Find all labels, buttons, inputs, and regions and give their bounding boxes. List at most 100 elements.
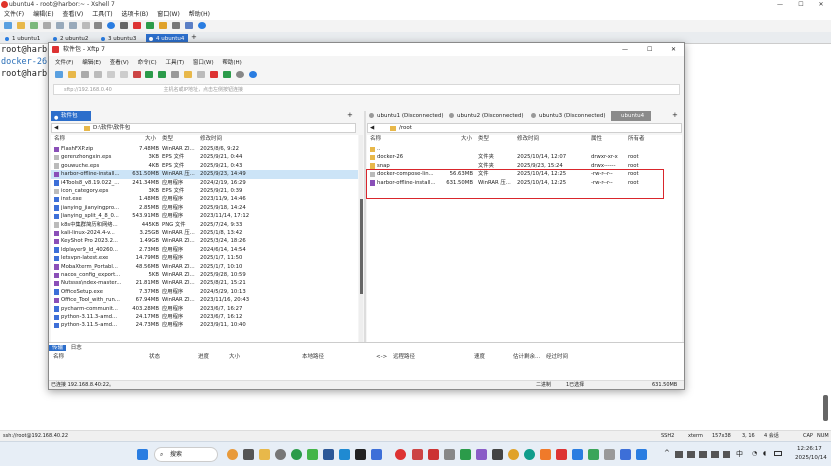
globe-icon[interactable] [107,22,116,29]
menu-file[interactable]: 文件(F) [4,11,24,18]
app-orange-icon[interactable] [540,449,551,460]
menu-help[interactable]: 帮助(H) [189,11,210,18]
xftp-taskbar-icon[interactable] [428,449,439,460]
app-vm-icon[interactable] [636,449,647,460]
remote-scrollbar[interactable] [360,199,363,294]
file-row[interactable]: i4Tools8_v8.19.022_... 241.34MB 应用程序 2024/2… [51,179,358,187]
stop-icon[interactable] [197,71,206,78]
volume-icon[interactable]: ◖ [763,450,766,457]
chrome-icon[interactable] [291,449,302,460]
tcol-status[interactable]: 状态 [149,353,160,361]
tab-log[interactable]: 日志 [68,345,85,351]
file-row[interactable]: inst.exe 1.48MB 应用程序 2023/11/9, 14:46 [51,195,358,203]
file-row[interactable]: gouwuche.eps 4KB EPS 文件 2025/9/21, 0:43 [51,162,358,170]
forward-icon[interactable] [119,71,128,78]
settings-icon[interactable] [235,71,244,78]
tab-ubuntu2-disconnected[interactable]: ubuntu2 (Disconnected) [447,111,527,121]
browser-red-icon[interactable] [395,449,406,460]
back-arrow-icon[interactable]: ◀ [54,124,58,133]
connect-icon[interactable] [29,22,38,29]
new-session-icon[interactable] [55,71,63,78]
pane-splitter[interactable] [364,111,366,342]
tab-ubuntu1-disconnected[interactable]: ubuntu1 (Disconnected) [367,111,445,121]
col-type[interactable]: 类型 [478,135,489,143]
file-row[interactable]: MobaXterm_Portabl... 48.56MB WinRAR ZI... 2… [51,263,358,271]
xftp-icon[interactable] [133,22,142,29]
open-icon[interactable] [67,71,76,78]
app-purple-icon[interactable] [476,449,487,460]
keyboard-icon[interactable] [171,22,180,29]
back-arrow-icon[interactable]: ◀ [370,124,374,133]
file-row[interactable]: KeyShot Pro 2023.2... 1.49GB WinRAR ZI... 2… [51,237,358,245]
new-folder-icon[interactable] [184,71,193,78]
edge-icon[interactable] [524,449,535,460]
menu-tools[interactable]: 工具(T) [92,11,112,18]
col-type[interactable]: 类型 [162,135,173,143]
tcol-elapsed[interactable]: 经过时间 [546,353,568,361]
tab-ubuntu1[interactable]: 1 ubuntu1 [2,34,48,44]
settings-icon[interactable] [275,449,286,460]
vscode-icon[interactable] [339,449,350,460]
xftp-menu-window[interactable]: 窗口(W) [193,60,214,66]
col-name[interactable]: 名称 [370,135,381,143]
xftp-maximize-button[interactable]: ☐ [647,43,652,56]
properties-icon[interactable] [171,71,180,78]
tcol-progress[interactable]: 进度 [198,353,209,361]
app-pet-icon[interactable] [227,449,238,460]
file-row[interactable]: icon_category.eps 3KB EPS 文件 2025/9/21, 0:3… [51,187,358,195]
transfer-icon[interactable] [132,71,141,78]
copy-icon[interactable] [55,22,64,29]
refresh-icon[interactable] [93,71,102,78]
xftp-menu-edit[interactable]: 编辑(E) [82,60,101,66]
file-row[interactable]: k8s中集群简历和网络... 445KB PNG 文件 2025/7/24, 9:33 [51,221,358,229]
remote-file-list[interactable]: 名称 大小 类型 修改时间 属性 所有者 .. docker-26 文件夹 2025/… [367,135,682,342]
tab-ubuntu4[interactable]: ubuntu4 [611,111,651,121]
wechat-icon[interactable] [307,449,318,460]
lock-icon[interactable] [159,22,168,29]
file-row[interactable]: python-3.11.3-amd... 24.17MB 应用程序 2023/6/7,… [51,313,358,321]
file-row[interactable]: Jianying_split_4_8_0... 543.91MB 应用程序 2023/… [51,212,358,220]
xftp-menu-command[interactable]: 命令(C) [138,60,157,66]
col-size[interactable]: 大小 [145,135,156,143]
file-row[interactable]: Nutssss\ndex-master... 21.81MB WinRAR ZI..… [51,279,358,287]
app-green-icon[interactable] [460,449,471,460]
disconnect-icon[interactable] [42,22,51,29]
windows-start-icon[interactable] [137,449,148,460]
file-row[interactable]: .. [367,145,682,153]
file-row[interactable]: pycharm-communit... 403.28MB 应用程序 2023/6/7,… [51,305,358,313]
address-bar[interactable]: sftp://192.168.0.40 主机名或IP地址，点击左侧按钮连接 [53,84,680,95]
file-row[interactable]: nacos_config_export... 5KB WinRAR ZI... 202… [51,271,358,279]
menu-tab[interactable]: 选项卡(B) [121,11,148,18]
file-row[interactable]: jianying_jianyingpro... 2.85MB 应用程序 2025/9/… [51,204,358,212]
col-date[interactable]: 修改时间 [517,135,539,143]
app-red2-icon[interactable] [556,449,567,460]
xshell-logo-icon[interactable] [222,71,231,78]
layout-icon[interactable] [184,22,193,29]
xftp-menu-file[interactable]: 文件(F) [55,60,73,66]
new-session-icon[interactable] [4,22,12,29]
vmware-icon[interactable] [444,449,455,460]
terminal-scrollbar[interactable] [823,395,828,421]
app-blue3-icon[interactable] [620,449,631,460]
app-green2-icon[interactable] [588,449,599,460]
clock-time[interactable]: 12:26:17 [797,446,822,452]
local-tab[interactable]: ● 软件包 [51,111,91,121]
col-owner[interactable]: 所有者 [628,135,645,143]
file-row[interactable]: OfficeSetup.exe 7.37MB 应用程序 2024/5/29, 10:1… [51,288,358,296]
tab-transfer[interactable]: 传输 [49,345,67,351]
print-icon[interactable] [94,22,103,29]
file-row[interactable]: python-3.11.5-amd... 24.73MB 应用程序 2023/9/11… [51,321,358,329]
close-button[interactable]: ✕ [815,0,827,9]
input-language[interactable]: 中 [736,449,743,459]
file-row[interactable]: Office_Tool_with_run... 67.94MB WinRAR ZI.… [51,296,358,304]
font-icon[interactable] [120,22,129,29]
file-row[interactable]: gerenzhongxin.eps 3KB EPS 文件 2025/9/21, 0:4… [51,153,358,161]
xftp-menu-help[interactable]: 帮助(H) [222,60,241,66]
file-row[interactable]: ldplayer9_ld_40260... 2.73MB 应用程序 2024/6/14… [51,246,358,254]
xshell-icon[interactable] [146,22,155,29]
tab-ubuntu3-disconnected[interactable]: ubuntu3 (Disconnected) [529,111,609,121]
xftp-logo-icon[interactable] [210,71,219,78]
tcol-remote[interactable]: 远程路径 [393,353,415,361]
local-file-list[interactable]: 名称 大小 类型 修改时间 FlashFXP.zip 7.48MB WinRAR Z… [51,135,358,342]
col-size[interactable]: 大小 [461,135,472,143]
